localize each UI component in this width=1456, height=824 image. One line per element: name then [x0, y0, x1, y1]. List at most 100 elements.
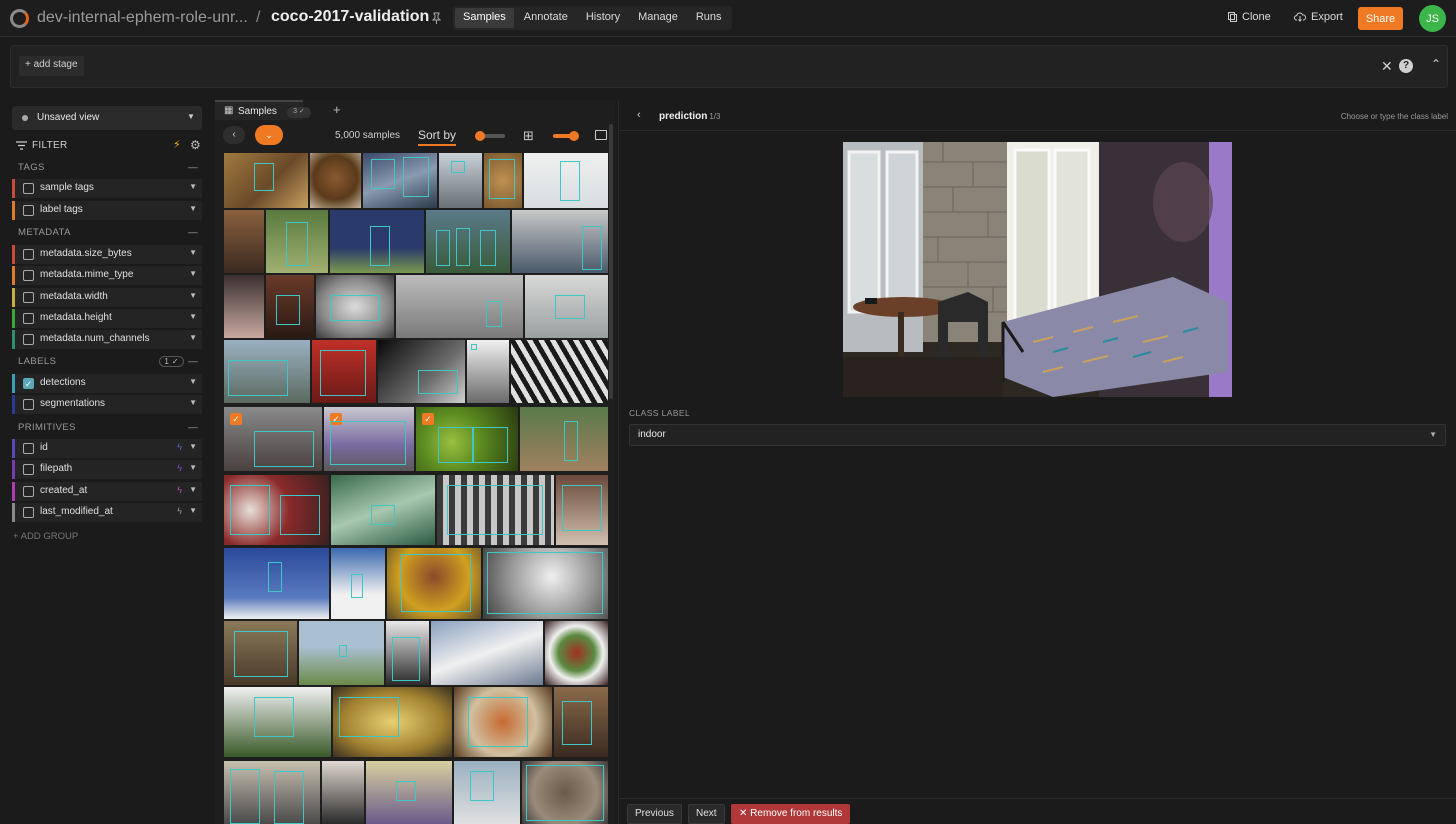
sample-thumbnail[interactable]: [524, 153, 608, 208]
checked-icon[interactable]: ✓: [230, 413, 242, 425]
expand-icon[interactable]: [595, 130, 607, 140]
gear-icon[interactable]: ⚙: [190, 138, 201, 152]
pin-icon[interactable]: [432, 12, 441, 24]
sample-thumbnail[interactable]: [224, 761, 320, 824]
slider-knob[interactable]: [475, 131, 485, 141]
dataset-name[interactable]: coco-2017-validation: [271, 8, 429, 26]
sample-thumbnail[interactable]: [512, 210, 608, 273]
sample-thumbnail[interactable]: [330, 210, 424, 273]
chevron-down-icon[interactable]: ▼: [189, 463, 197, 472]
previous-button[interactable]: Previous: [627, 804, 682, 824]
sample-thumbnail[interactable]: [224, 687, 331, 757]
sample-thumbnail[interactable]: ✓: [324, 407, 414, 471]
chevron-down-icon[interactable]: ▼: [189, 204, 197, 213]
chevron-down-icon[interactable]: ▼: [189, 377, 197, 386]
sample-thumbnail[interactable]: [310, 153, 361, 208]
chevron-left-icon[interactable]: ‹: [223, 126, 245, 144]
sample-thumbnail[interactable]: [386, 621, 429, 685]
export-button[interactable]: Export: [1294, 11, 1343, 23]
chevron-down-icon[interactable]: ▼: [189, 398, 197, 407]
sample-thumbnail[interactable]: [378, 340, 465, 403]
chevron-down-icon[interactable]: ▼: [189, 506, 197, 515]
field-label-tags[interactable]: label tags ▼: [12, 201, 202, 220]
group-header-tags[interactable]: TAGS —: [12, 158, 202, 176]
slider-knob[interactable]: [569, 131, 579, 141]
sample-thumbnail[interactable]: [439, 153, 482, 208]
sample-thumbnail[interactable]: [299, 621, 384, 685]
sample-thumbnail[interactable]: [511, 340, 608, 403]
sample-thumbnail[interactable]: [224, 548, 329, 619]
checkbox[interactable]: [23, 183, 34, 194]
sample-thumbnail[interactable]: [483, 548, 608, 619]
chevron-down-icon[interactable]: ▼: [189, 291, 197, 300]
sample-thumbnail[interactable]: [522, 761, 608, 824]
group-header-labels[interactable]: LABELS 1 ✓ —: [12, 352, 202, 370]
sample-thumbnail[interactable]: [224, 275, 264, 338]
checkbox[interactable]: [23, 205, 34, 216]
add-group-button[interactable]: + ADD GROUP: [13, 531, 78, 542]
lightning-icon[interactable]: ⚡: [173, 138, 181, 151]
chevron-down-icon[interactable]: ▼: [189, 182, 197, 191]
field-detections[interactable]: ✓ detections ▼: [12, 374, 202, 393]
sample-thumbnail[interactable]: [556, 475, 608, 545]
sample-thumbnail[interactable]: [331, 548, 385, 619]
collapse-icon[interactable]: ⌃: [1431, 57, 1441, 71]
checkbox-checked[interactable]: ✓: [23, 378, 34, 389]
view-selector[interactable]: Unsaved view ▼: [12, 106, 202, 130]
group-header-primitives[interactable]: PRIMITIVES —: [12, 418, 202, 436]
nav-runs[interactable]: Runs: [688, 8, 730, 28]
sample-thumbnail[interactable]: [520, 407, 608, 471]
sample-thumbnail[interactable]: [525, 275, 608, 338]
chevron-down-icon[interactable]: ▼: [1429, 430, 1437, 439]
chevron-down-icon[interactable]: ▼: [189, 333, 197, 342]
sample-thumbnail[interactable]: [224, 153, 308, 208]
collapse-group-icon[interactable]: —: [188, 227, 198, 238]
sample-thumbnail[interactable]: [454, 761, 520, 824]
next-button[interactable]: Next: [688, 804, 725, 824]
zoom-slider[interactable]: [553, 131, 579, 141]
sample-thumbnail[interactable]: [224, 621, 297, 685]
class-label-select[interactable]: indoor ▼: [629, 424, 1446, 446]
clear-stages-icon[interactable]: ✕: [1381, 58, 1393, 75]
clone-button[interactable]: Clone: [1228, 11, 1271, 23]
field-created-at[interactable]: created_at ϟ ▼: [12, 482, 202, 501]
sample-thumbnail[interactable]: [454, 687, 552, 757]
share-button[interactable]: Share: [1358, 7, 1403, 30]
sample-thumbnail[interactable]: [224, 210, 264, 273]
nav-annotate[interactable]: Annotate: [516, 8, 576, 28]
chevron-left-icon[interactable]: ‹: [637, 109, 641, 121]
sample-thumbnail[interactable]: [554, 687, 608, 757]
checkbox[interactable]: [23, 443, 34, 454]
field-metadata-size-bytes[interactable]: metadata.size_bytes ▼: [12, 245, 202, 264]
nav-history[interactable]: History: [578, 8, 628, 28]
checkbox[interactable]: [23, 292, 34, 303]
sample-thumbnail[interactable]: [387, 548, 481, 619]
field-sample-tags[interactable]: sample tags ▼: [12, 179, 202, 198]
collapse-group-icon[interactable]: —: [188, 422, 198, 433]
field-metadata-mime-type[interactable]: metadata.mime_type ▼: [12, 266, 202, 285]
sample-thumbnail[interactable]: ✓: [416, 407, 518, 471]
chevron-down-icon[interactable]: ▼: [189, 442, 197, 451]
checkbox[interactable]: [23, 249, 34, 260]
sample-thumbnail[interactable]: [437, 475, 554, 545]
chevron-down-icon[interactable]: ▼: [189, 312, 197, 321]
nav-manage[interactable]: Manage: [630, 8, 686, 28]
checkbox[interactable]: [23, 464, 34, 475]
chevron-down-icon[interactable]: ▼: [189, 248, 197, 257]
sample-thumbnail[interactable]: [266, 210, 328, 273]
checkbox[interactable]: [23, 399, 34, 410]
sample-thumbnail[interactable]: [333, 687, 452, 757]
voxel51-logo[interactable]: [10, 9, 29, 28]
field-filepath[interactable]: filepath ϟ ▼: [12, 460, 202, 479]
checkbox[interactable]: [23, 270, 34, 281]
sample-thumbnail[interactable]: [224, 475, 329, 545]
field-metadata-height[interactable]: metadata.height ▼: [12, 309, 202, 328]
chevron-down-icon[interactable]: ▼: [189, 269, 197, 278]
add-stage-button[interactable]: + add stage: [19, 56, 84, 76]
chevron-down-icon[interactable]: ⌄: [255, 125, 283, 145]
sample-thumbnail[interactable]: [545, 621, 608, 685]
sample-thumbnail[interactable]: [316, 275, 394, 338]
avatar[interactable]: JS: [1419, 5, 1446, 32]
group-header-metadata[interactable]: METADATA —: [12, 223, 202, 241]
sample-thumbnail[interactable]: [426, 210, 510, 273]
